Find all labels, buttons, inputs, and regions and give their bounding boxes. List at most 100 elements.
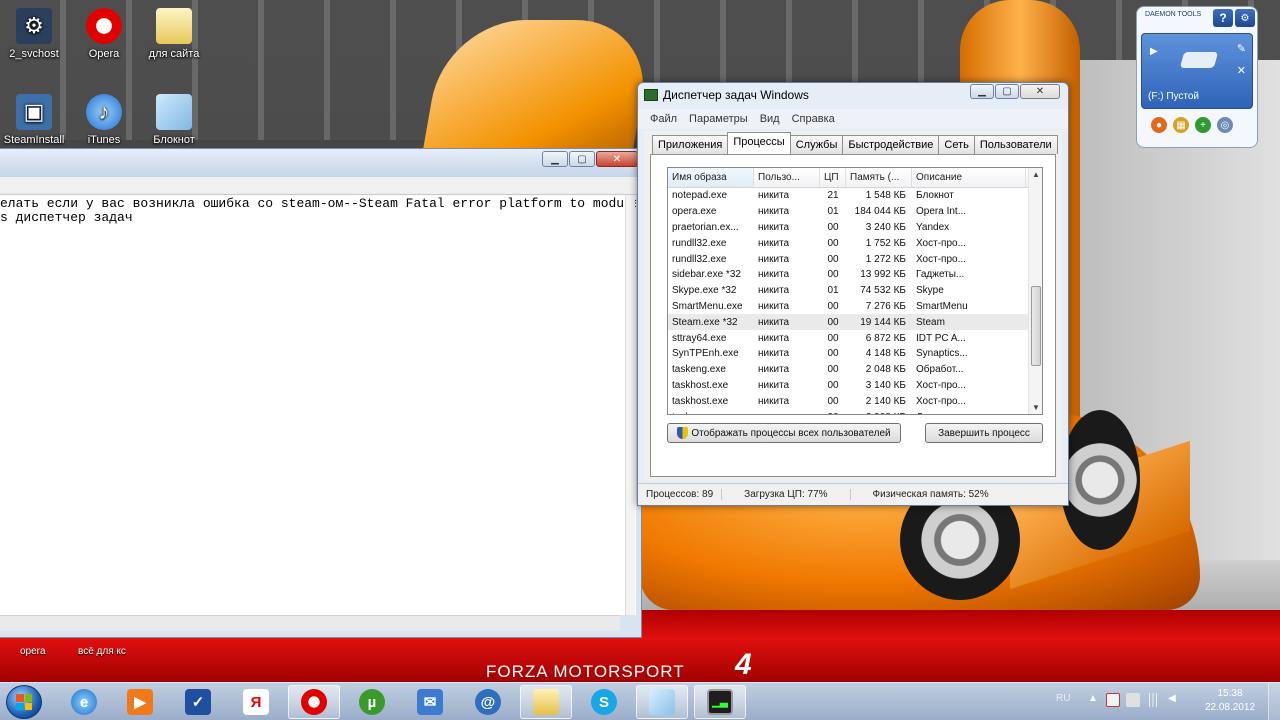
notepad-vertical-scrollbar[interactable] bbox=[625, 195, 635, 615]
add-drive-icon[interactable]: + bbox=[1195, 117, 1211, 133]
tab-applications[interactable]: Приложения bbox=[652, 135, 729, 154]
taskbar-explorer[interactable] bbox=[520, 685, 572, 719]
scroll-up-icon[interactable]: ▲ bbox=[1032, 170, 1040, 179]
wrench-icon[interactable]: ✎ bbox=[1237, 42, 1246, 55]
menu-options[interactable]: Параметры bbox=[689, 113, 748, 125]
mount-icon[interactable]: ▶ bbox=[1150, 46, 1158, 57]
taskbar-mail[interactable]: ✉ bbox=[404, 685, 456, 719]
band-label-cs[interactable]: всё для кс bbox=[78, 646, 126, 657]
table-row[interactable]: SynTPEnh.exe никита 00 4 148 КБ Synaptics... bbox=[668, 346, 1042, 362]
taskbar-skype[interactable]: S bbox=[578, 685, 630, 719]
desktop-icon-notepad[interactable]: Блокнот bbox=[136, 94, 212, 146]
taskmgr-icon bbox=[644, 89, 658, 101]
table-row[interactable]: taskmgr.exeникита002 908 КБДиспетч... bbox=[668, 409, 1042, 414]
table-row[interactable]: rundll32.exe никита 00 1 272 КБ Хост-про... bbox=[668, 251, 1042, 267]
minimize-button[interactable]: ▁ bbox=[542, 151, 568, 167]
table-row[interactable]: notepad.exe никита 21 1 548 КБ Блокнот bbox=[668, 188, 1042, 204]
start-button[interactable] bbox=[6, 685, 42, 719]
col-user[interactable]: Пользо... bbox=[754, 168, 820, 187]
table-row[interactable]: Steam.exe *32 никита 00 19 144 КБ Steam bbox=[668, 314, 1042, 331]
remove-icon[interactable]: ✕ bbox=[1237, 64, 1246, 77]
taskbar-yandex[interactable]: Я bbox=[230, 685, 282, 719]
virtual-drive[interactable]: ▶ ✎ ✕ (F:) Пустой bbox=[1141, 33, 1253, 109]
col-description[interactable]: Описание bbox=[912, 168, 1026, 187]
table-row[interactable]: sttray64.exe никита 00 6 872 КБ IDT PC A... bbox=[668, 330, 1042, 346]
table-row[interactable]: rundll32.exe никита 00 1 752 КБ Хост-про... bbox=[668, 235, 1042, 251]
taskbar-at-mail[interactable]: @ bbox=[462, 685, 514, 719]
end-process-button[interactable]: Завершить процесс bbox=[925, 423, 1043, 443]
tm-maximize-button[interactable]: ▢ bbox=[995, 84, 1019, 99]
show-all-processes-button[interactable]: Отображать процессы всех пользователей bbox=[667, 423, 901, 443]
menu-view[interactable]: Вид bbox=[760, 113, 780, 125]
proc-description: Skype bbox=[916, 285, 944, 297]
band-label-opera[interactable]: opera bbox=[20, 646, 46, 657]
power-icon[interactable] bbox=[1126, 693, 1140, 707]
taskbar-utorrent[interactable]: µ bbox=[346, 685, 398, 719]
installer-icon: ▣ bbox=[16, 94, 52, 130]
process-rows: notepad.exe никита 21 1 548 КБ Блокнот opera.… bbox=[668, 188, 1042, 414]
taskbar-media-player[interactable]: ▶ bbox=[114, 685, 166, 719]
system-tray: RU ▲ ◀ 15:38 22.08.2012 bbox=[1050, 683, 1280, 720]
table-row[interactable]: opera.exe никита 01 184 044 КБ Opera Int... bbox=[668, 204, 1042, 220]
image-catalog-icon[interactable]: ▦ bbox=[1173, 117, 1189, 133]
network-icon[interactable]: ⚙ bbox=[1235, 9, 1255, 27]
col-cpu[interactable]: ЦП bbox=[820, 168, 846, 187]
network-signal-icon[interactable] bbox=[1146, 693, 1160, 707]
table-row[interactable]: taskhost.exe никита 00 2 140 КБ Хост-про... bbox=[668, 393, 1042, 409]
maximize-button[interactable]: ▢ bbox=[569, 151, 595, 167]
taskbar-task[interactable]: ✓ bbox=[172, 685, 224, 719]
col-image-name[interactable]: Имя образа bbox=[668, 168, 754, 187]
menu-file[interactable]: Файл bbox=[650, 113, 677, 125]
desktop-icon-itunes[interactable]: ♪ iTunes bbox=[66, 94, 142, 146]
table-row[interactable]: taskhost.exe никита 00 3 140 КБ Хост-про... bbox=[668, 378, 1042, 394]
clock[interactable]: 15:38 22.08.2012 bbox=[1200, 687, 1260, 715]
process-list[interactable]: Имя образа Пользо... ЦП Память (... Опис… bbox=[667, 167, 1043, 415]
notepad-text-area[interactable]: елать если у вас возникла ошибка со stea… bbox=[0, 195, 636, 615]
forza-logo: FORZA MOTORSPORT bbox=[486, 662, 685, 681]
tab-processes[interactable]: Процессы bbox=[727, 132, 791, 154]
proc-description: SmartMenu bbox=[916, 300, 968, 312]
burn-icon[interactable]: ● bbox=[1151, 117, 1167, 133]
desktop-icon-opera[interactable]: Opera bbox=[66, 8, 142, 60]
proc-user: никита bbox=[758, 190, 790, 202]
clock-date: 22.08.2012 bbox=[1204, 702, 1256, 713]
tm-close-button[interactable]: ✕ bbox=[1020, 84, 1060, 99]
scroll-down-icon[interactable]: ▼ bbox=[1032, 403, 1040, 412]
taskbar-ie[interactable]: e bbox=[58, 685, 110, 719]
desktop-icon-folder[interactable]: для сайта bbox=[136, 8, 212, 60]
tab-users[interactable]: Пользователи bbox=[973, 135, 1058, 154]
notepad-window[interactable]: ▁ ▢ ✕ елать если у вас возникла ошибка с… bbox=[0, 148, 642, 638]
show-desktop-button[interactable] bbox=[1268, 683, 1280, 720]
language-indicator[interactable]: RU bbox=[1056, 693, 1070, 704]
desktop-icon-svchost[interactable]: ⚙ 2_svchost bbox=[0, 8, 72, 60]
help-icon[interactable]: ? bbox=[1213, 9, 1233, 27]
taskbar-notepad[interactable] bbox=[636, 685, 688, 719]
tab-services[interactable]: Службы bbox=[789, 135, 844, 154]
tm-minimize-button[interactable]: ▁ bbox=[970, 84, 994, 99]
volume-icon[interactable]: ◀ bbox=[1168, 693, 1182, 707]
taskbar-taskmgr[interactable]: ▁▃ bbox=[694, 685, 746, 719]
mail-icon: ✉ bbox=[417, 689, 443, 715]
tab-performance[interactable]: Быстродействие bbox=[842, 135, 940, 154]
notepad-horizontal-scrollbar[interactable] bbox=[0, 615, 620, 631]
tab-network[interactable]: Сеть bbox=[938, 135, 975, 154]
proc-cpu: 00 bbox=[827, 316, 839, 328]
process-list-scrollbar[interactable]: ▲ ▼ bbox=[1028, 168, 1042, 414]
settings-icon[interactable]: ◎ bbox=[1217, 117, 1233, 133]
table-row[interactable]: taskeng.exe никита 00 2 048 КБ Обработ... bbox=[668, 362, 1042, 378]
table-row[interactable]: praetorian.ex... никита 00 3 240 КБ Yandex bbox=[668, 220, 1042, 236]
daemon-tools-gadget[interactable]: DAEMON TOOLS ? ⚙ ▶ ✎ ✕ (F:) Пустой ● ▦ +… bbox=[1136, 6, 1258, 148]
taskbar-opera[interactable] bbox=[288, 685, 340, 719]
table-row[interactable]: sidebar.exe *32 никита 00 13 992 КБ Гаджеты.… bbox=[668, 267, 1042, 283]
status-memory: Физическая память: 52% bbox=[872, 489, 989, 500]
col-memory[interactable]: Память (... bbox=[846, 168, 912, 187]
table-row[interactable]: Skype.exe *32 никита 01 74 532 КБ Skype bbox=[668, 283, 1042, 299]
menu-help[interactable]: Справка bbox=[792, 113, 835, 125]
scroll-thumb[interactable] bbox=[1031, 286, 1041, 366]
table-row[interactable]: SmartMenu.exe никита 00 7 276 КБ SmartMenu bbox=[668, 299, 1042, 315]
desktop-icon-steaminstall[interactable]: ▣ SteamInstall bbox=[0, 94, 72, 146]
action-center-icon[interactable] bbox=[1106, 693, 1120, 707]
close-button[interactable]: ✕ bbox=[596, 151, 638, 167]
tray-expand-icon[interactable]: ▲ bbox=[1088, 693, 1102, 707]
task-manager-window[interactable]: Диспетчер задач Windows ▁ ▢ ✕ Файл Парам… bbox=[637, 82, 1069, 506]
